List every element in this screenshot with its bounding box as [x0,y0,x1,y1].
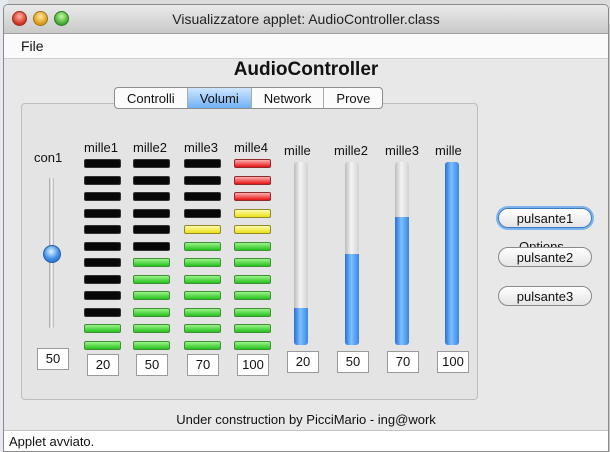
bar-meter-value: 100 [437,351,469,373]
led-segment [84,291,121,300]
led-segment [133,241,170,251]
led-segment [84,307,121,317]
led-segment [184,241,221,251]
bar-meter-track [345,162,359,345]
bar-meter-value: 70 [387,351,419,373]
led-meter-label: mille2 [133,140,167,155]
bar-meter-track [445,162,459,345]
led-segment [184,225,221,234]
pulsante2-button[interactable]: pulsante2 [498,247,592,267]
led-segment [84,159,121,168]
led-segment [84,225,121,234]
led-segment [234,324,271,333]
led-segment [234,258,271,267]
led-segment [184,258,221,267]
pulsante3-button[interactable]: pulsante3 [498,286,592,306]
bar-meter-fill [445,162,459,345]
led-meter-value: 100 [237,354,269,376]
led-meter-value: 50 [136,354,168,376]
bar-meter-track [395,162,409,345]
tab-bar: Controlli Volumi Network Prove [114,87,384,109]
slider-value: 50 [37,348,69,370]
led-segment [234,225,271,234]
bar-meter-fill [395,216,409,345]
led-segment [234,291,271,300]
applet-viewer-window: Visualizzatore applet: AudioController.c… [3,4,609,452]
tab-prove[interactable]: Prove [324,88,382,108]
footer-text: Under construction by PicciMario - ing@w… [176,412,436,427]
pulsante1-button[interactable]: pulsante1 [498,208,592,228]
bar-meter-fill [345,253,359,345]
led-meter-value: 70 [187,354,219,376]
led-segment [234,307,271,317]
led-segment [234,192,271,201]
bar-meter-fill [294,308,308,345]
title-bar[interactable]: Visualizzatore applet: AudioController.c… [4,5,608,34]
window-title: Visualizzatore applet: AudioController.c… [172,11,440,27]
menu-bar: File [4,34,608,59]
status-text: Applet avviato. [9,434,95,449]
bar-meter-value: 50 [337,351,369,373]
tab-controlli[interactable]: Controlli [115,88,188,108]
bar-meter-label: mille [435,143,462,158]
app-title: AudioController [233,59,379,80]
led-segment [184,307,221,317]
bar-meter-label: mille2 [334,143,368,158]
bar-meter-value: 20 [287,351,319,373]
led-segment [184,159,221,168]
led-segment [84,340,121,350]
tab-network[interactable]: Network [252,88,325,108]
led-segment [234,175,271,185]
led-segment [133,208,170,218]
led-segment [133,159,170,168]
tab-volumi[interactable]: Volumi [187,88,252,108]
bar-meter-track [294,162,308,345]
bar-meter-label: mille [284,143,311,158]
led-segment [133,192,170,201]
led-meter-value: 20 [87,354,119,376]
led-meter-label: mille1 [84,140,118,155]
led-segment [184,192,221,201]
status-bar: Applet avviato. [4,430,608,451]
led-segment [133,274,170,284]
led-segment [84,192,121,201]
led-meter-label: mille4 [234,140,268,155]
led-segment [184,291,221,300]
led-segment [184,208,221,218]
led-segment [84,175,121,185]
slider-knob[interactable] [43,245,61,263]
led-segment [184,340,221,350]
led-segment [234,274,271,284]
led-meter-label: mille3 [184,140,218,155]
led-segment [84,324,121,333]
led-segment [84,274,121,284]
led-segment [84,241,121,251]
led-segment [133,291,170,300]
led-segment [133,258,170,267]
led-segment [184,324,221,333]
led-segment [133,307,170,317]
led-segment [234,208,271,218]
slider-label: con1 [34,150,63,165]
applet-content: AudioController Controlli Volumi Network… [4,59,608,427]
led-segment [133,324,170,333]
led-segment [133,225,170,234]
led-segment [84,258,121,267]
led-segment [133,340,170,350]
menu-file[interactable]: File [21,38,44,54]
led-segment [184,274,221,284]
led-segment [234,340,271,350]
bar-meter-label: mille3 [385,143,419,158]
led-segment [84,208,121,218]
led-segment [184,175,221,185]
led-segment [133,175,170,185]
led-segment [234,159,271,168]
led-segment [234,241,271,251]
